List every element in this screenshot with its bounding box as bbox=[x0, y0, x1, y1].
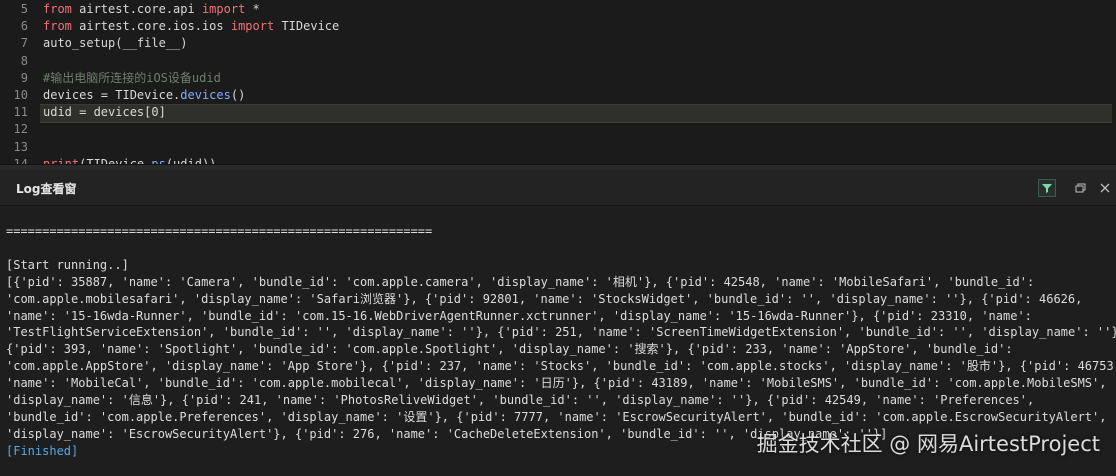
close-icon[interactable] bbox=[1096, 179, 1114, 197]
code-token: () bbox=[230, 88, 246, 102]
restore-icon[interactable] bbox=[1072, 179, 1090, 197]
log-line: ========================================… bbox=[6, 224, 433, 238]
code-token: TIDevice bbox=[274, 19, 340, 34]
code-line[interactable]: 9 #输出电脑所连接的iOS设备udid bbox=[0, 70, 1116, 86]
log-panel-header: Log查看窗 bbox=[0, 170, 1116, 206]
line-number: 11 bbox=[13, 105, 28, 120]
code-token: auto_setup(__file__) bbox=[43, 36, 188, 51]
log-line: 'name': 'MobileCal', 'bundle_id': 'com.a… bbox=[6, 376, 1107, 391]
code-token: import bbox=[230, 19, 275, 34]
log-line: [{'pid': 35887, 'name': 'Camera', 'bundl… bbox=[6, 274, 1035, 289]
log-line: {'pid': 393, 'name': 'Spotlight', 'bundl… bbox=[6, 342, 1013, 357]
code-text: from airtest.core.api import * bbox=[43, 1, 260, 17]
code-token: * bbox=[245, 2, 260, 16]
code-text: udid = devices[0] bbox=[43, 104, 166, 120]
code-token: from bbox=[43, 19, 72, 34]
log-line: 'TestFlightServiceExtension', 'bundle_id… bbox=[6, 325, 1116, 340]
code-token: devices = TIDevice. bbox=[43, 88, 181, 102]
code-line[interactable]: 13 bbox=[0, 139, 1116, 155]
code-token: devices bbox=[180, 88, 231, 102]
code-editor[interactable]: 5 from airtest.core.api import * 6 from air… bbox=[0, 0, 1116, 164]
log-line: 'com.apple.AppStore', 'display_name': 'A… bbox=[6, 359, 1116, 374]
code-token: print bbox=[43, 156, 80, 164]
line-number: 12 bbox=[13, 122, 28, 137]
code-token: import bbox=[201, 2, 246, 16]
log-line: [Finished] bbox=[6, 443, 79, 458]
log-line: 'display_name': '信息'}, {'pid': 241, 'nam… bbox=[6, 393, 1035, 407]
code-token: from bbox=[43, 2, 72, 16]
line-number: 14 bbox=[13, 156, 28, 164]
code-line[interactable]: 6 from airtest.core.ios.ios import TIDevi… bbox=[0, 18, 1116, 34]
line-number: 7 bbox=[20, 36, 28, 51]
code-line[interactable]: 11 udid = devices[0] bbox=[0, 104, 1116, 120]
code-text: #输出电脑所连接的iOS设备udid bbox=[43, 70, 221, 86]
log-line: 'bundle_id': 'com.apple.Preferences', 'd… bbox=[6, 409, 1107, 424]
log-line: 'name': '15-16wda-Runner', 'bundle_id': … bbox=[6, 308, 1032, 323]
code-token: (TIDevice. bbox=[79, 156, 152, 164]
code-token: airtest.core.api bbox=[71, 2, 202, 16]
line-number: 6 bbox=[20, 19, 28, 34]
code-token: (udid)) bbox=[165, 156, 217, 164]
filter-icon[interactable] bbox=[1038, 179, 1056, 197]
code-line[interactable]: 14 print(TIDevice.ps(udid)) bbox=[0, 156, 1116, 164]
code-token: #输出电脑所连接的iOS设备udid bbox=[43, 70, 221, 85]
code-token: udid = devices[0] bbox=[43, 105, 166, 120]
log-line: 'display_name': 'EscrowSecurityAlert'}, … bbox=[6, 426, 888, 441]
line-number: 13 bbox=[13, 139, 28, 154]
code-text: devices = TIDevice.devices() bbox=[43, 87, 245, 103]
line-number: 10 bbox=[13, 88, 28, 102]
line-number: 8 bbox=[20, 53, 28, 68]
code-text: print(TIDevice.ps(udid)) bbox=[43, 156, 216, 164]
code-text: from airtest.core.ios.ios import TIDevic… bbox=[43, 18, 339, 34]
code-line[interactable]: 7 auto_setup(__file__) bbox=[0, 35, 1116, 51]
code-token: airtest.core.ios.ios bbox=[71, 19, 231, 34]
line-number: 9 bbox=[20, 70, 28, 85]
watermark: 掘金技术社区 @ 网易AirtestProject bbox=[756, 432, 1100, 456]
code-line[interactable]: 5 from airtest.core.api import * bbox=[0, 1, 1116, 17]
code-line[interactable]: 10 devices = TIDevice.devices() bbox=[0, 87, 1116, 103]
line-number: 5 bbox=[20, 2, 28, 16]
code-text: auto_setup(__file__) bbox=[43, 35, 188, 51]
log-line: 'com.apple.mobilesafari', 'display_name'… bbox=[6, 291, 1083, 306]
code-line[interactable]: 12 bbox=[0, 121, 1116, 137]
code-line[interactable]: 8 bbox=[0, 53, 1116, 69]
log-line: [Start running..] bbox=[6, 257, 129, 272]
code-token: ps bbox=[151, 156, 166, 164]
log-panel-title: Log查看窗 bbox=[16, 182, 77, 196]
